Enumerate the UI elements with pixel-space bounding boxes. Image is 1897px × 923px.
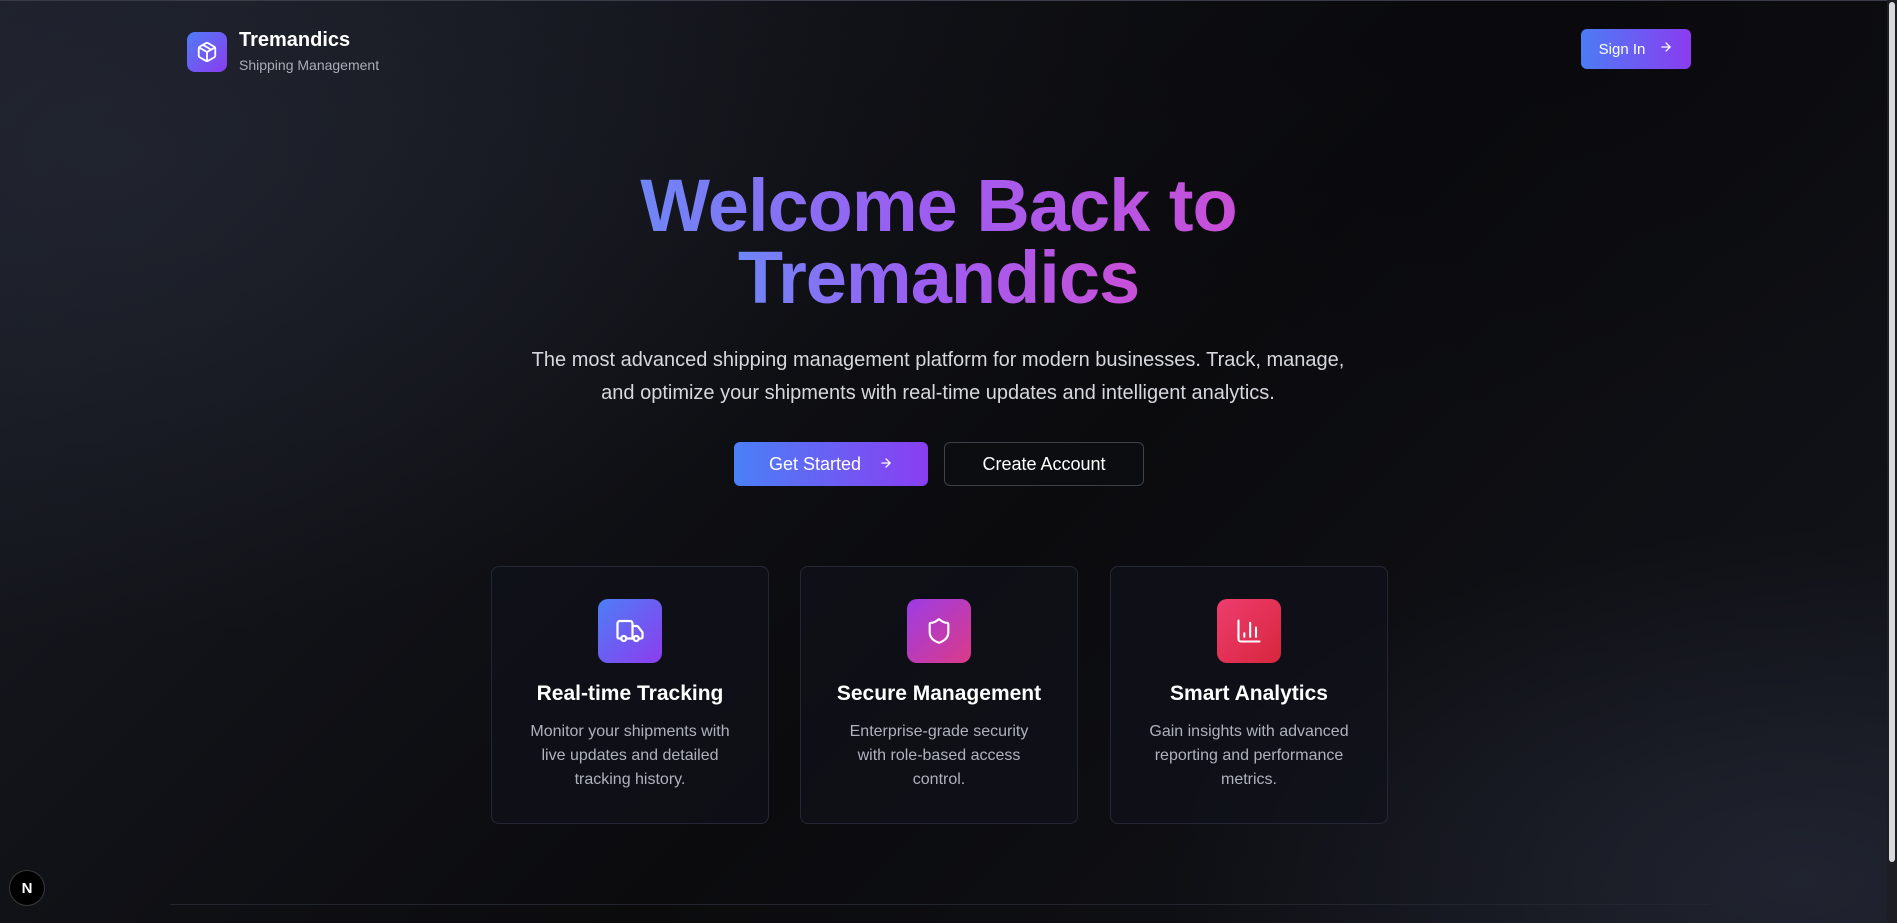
hero-description: The most advanced shipping management pl…	[488, 344, 1388, 410]
feature-card-tracking: Real-time Tracking Monitor your shipment…	[491, 566, 769, 824]
footer-divider	[170, 904, 1710, 905]
sign-in-button[interactable]: Sign In	[1581, 29, 1691, 69]
scrollbar-thumb[interactable]	[1889, 2, 1895, 862]
page: Tremandics Shipping Management Sign In W…	[0, 0, 1897, 923]
feature-card-security: Secure Management Enterprise-grade secur…	[800, 566, 1078, 824]
truck-icon	[598, 599, 662, 663]
hero-title: Welcome Back to Tremandics	[0, 169, 1877, 315]
hero-description-line-1: The most advanced shipping management pl…	[531, 349, 1345, 371]
hero-actions: Get Started Create Account	[734, 442, 1144, 486]
feature-description: Enterprise-grade security with role-base…	[849, 723, 1029, 788]
get-started-button[interactable]: Get Started	[734, 442, 928, 486]
top-border	[0, 0, 1897, 1]
package-icon	[187, 32, 227, 72]
create-account-button[interactable]: Create Account	[944, 442, 1144, 486]
feature-description: Gain insights with advanced reporting an…	[1149, 723, 1349, 788]
bar-chart-icon	[1217, 599, 1281, 663]
brand[interactable]: Tremandics Shipping Management	[187, 29, 379, 75]
shield-icon	[907, 599, 971, 663]
sign-in-label: Sign In	[1598, 40, 1646, 58]
arrow-right-icon	[1659, 40, 1673, 58]
get-started-label: Get Started	[768, 453, 862, 474]
brand-subtitle: Shipping Management	[239, 57, 380, 73]
dev-tools-badge[interactable]: N	[9, 870, 45, 906]
create-account-label: Create Account	[982, 453, 1106, 474]
feature-card-analytics: Smart Analytics Gain insights with advan…	[1110, 566, 1388, 824]
feature-title: Smart Analytics	[1170, 682, 1328, 705]
feature-title: Real-time Tracking	[536, 682, 724, 705]
dev-badge-label: N	[21, 879, 33, 897]
hero-description-line-2: and optimize your shipments with real-ti…	[601, 382, 1275, 404]
arrow-right-icon	[879, 454, 893, 475]
hero-title-line-2: Tremandics	[737, 236, 1140, 319]
feature-title: Secure Management	[836, 682, 1042, 705]
feature-description: Monitor your shipments with live updates…	[530, 723, 730, 788]
hero-title-line-1: Welcome Back to	[640, 164, 1237, 247]
brand-name: Tremandics	[239, 29, 351, 51]
